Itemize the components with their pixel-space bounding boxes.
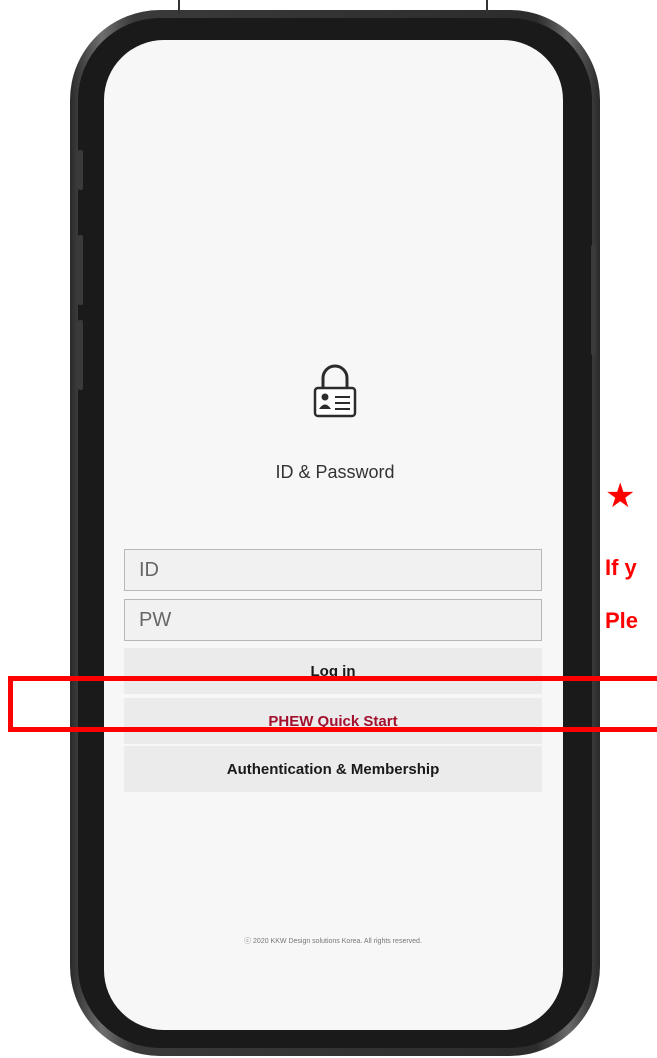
copyright-footer: ⓒ 2020 KKW Design solutions Korea. All r… (244, 938, 422, 945)
login-title: ID & Password (275, 462, 395, 482)
volume-up-button (78, 235, 83, 305)
power-button (591, 245, 596, 355)
volume-down-button (78, 320, 83, 390)
authentication-membership-button[interactable]: Authentication & Membership (124, 746, 542, 792)
id-input[interactable] (124, 549, 542, 591)
frame-seam (178, 0, 180, 14)
phone-screen (104, 40, 563, 1030)
highlight-box (8, 676, 657, 732)
padlock-id-card-icon (313, 364, 357, 418)
annotation-text-line2: Ple (605, 608, 639, 633)
annotation-star: ★ (605, 477, 636, 515)
password-input[interactable] (124, 599, 542, 641)
frame-seam (486, 0, 488, 14)
annotation-text-line1: If y (605, 555, 637, 580)
mute-switch (78, 150, 83, 190)
